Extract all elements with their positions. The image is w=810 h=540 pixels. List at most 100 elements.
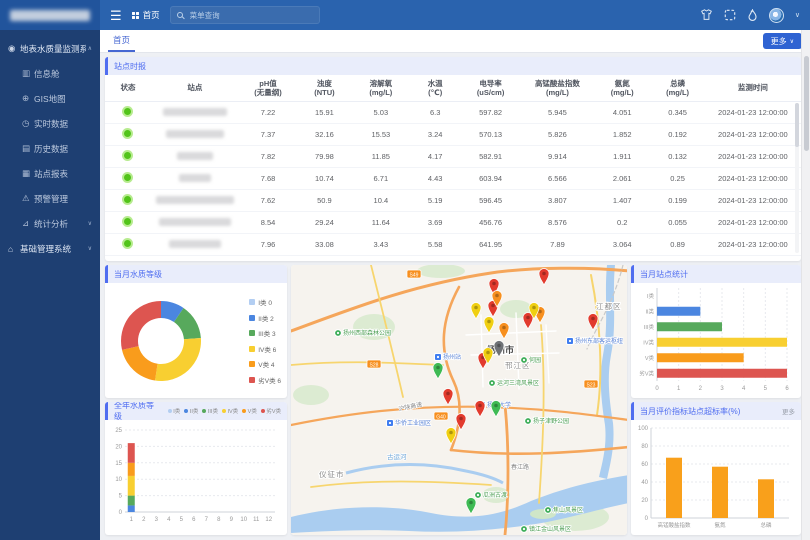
- scrollbar-thumb[interactable]: [804, 56, 809, 151]
- month-station-stats-title: 当月站点统计: [640, 269, 688, 280]
- legend-item[interactable]: II类 2: [249, 313, 281, 323]
- legend-item[interactable]: IV类 6: [249, 344, 281, 354]
- stacked-bar-V类: [128, 463, 135, 476]
- monitor-time: 2024-01-23 12:00:00: [705, 123, 801, 145]
- column-header: 监测时间: [705, 75, 801, 101]
- hbar-II类: [657, 307, 700, 316]
- stacked-bar-II类: [128, 505, 135, 512]
- table-cell: 4.17: [410, 145, 460, 167]
- table-cell: 10.74: [297, 167, 351, 189]
- legend-item[interactable]: 劣V类 6: [249, 375, 281, 385]
- legend-item[interactable]: II类: [184, 407, 198, 415]
- exceed-rate-panel: 当月评价指标站点超标率(%) 更多 020406080100高锰酸盐指数氨氮总磷: [631, 402, 801, 535]
- column-header: 站点: [151, 75, 239, 101]
- table-cell: 3.24: [410, 123, 460, 145]
- table-scrollbar[interactable]: [795, 103, 799, 253]
- svg-text:15: 15: [115, 461, 122, 467]
- user-chevron-down-icon[interactable]: ∨: [795, 11, 800, 19]
- search-input[interactable]: [188, 10, 313, 21]
- svg-text:0: 0: [655, 386, 659, 392]
- svg-text:IV类: IV类: [643, 338, 654, 346]
- status-dot-normal: [124, 152, 131, 159]
- map-label: 瓜洲古渡: [483, 491, 507, 499]
- sidebar-item-0[interactable]: ▥信息舱: [0, 61, 100, 86]
- table-cell: 15.91: [297, 101, 351, 123]
- table-row[interactable]: 7.8279.9811.854.17582.919.9141.9110.1322…: [105, 145, 801, 167]
- gis-map-panel[interactable]: S49S28G40S23 扬州市邗江区江都区仪征市古运河春江路沪陕高速扬州西部森…: [291, 265, 627, 535]
- theme-skin-icon[interactable]: [700, 9, 713, 21]
- avatar[interactable]: [769, 8, 784, 23]
- table-cell: 7.96: [239, 233, 298, 255]
- table-cell: 3.064: [594, 233, 650, 255]
- month-station-stats-chart: 0123456I类II类III类IV类V类劣V类: [631, 283, 795, 395]
- donut-legend: I类 0 II类 2 III类 3 IV类 6 V类 4 劣V类 6: [249, 297, 281, 385]
- map-label: 镇江金山风景区: [529, 525, 571, 533]
- table-row[interactable]: 7.2215.915.036.3597.825.9454.0510.345202…: [105, 101, 801, 123]
- menu-search[interactable]: [170, 6, 320, 24]
- svg-text:11: 11: [253, 517, 260, 523]
- table-row[interactable]: 8.5429.2411.643.69456.768.5760.20.055202…: [105, 211, 801, 233]
- page-scrollbar[interactable]: [801, 30, 810, 540]
- sidebar-item-5[interactable]: ⚠预警管理: [0, 186, 100, 211]
- column-header: 溶解氧(mg/L): [352, 75, 411, 101]
- legend-item[interactable]: V类: [242, 407, 257, 415]
- legend-item[interactable]: I类 0: [249, 297, 281, 307]
- legend-item[interactable]: I类: [168, 407, 181, 415]
- legend-item[interactable]: V类 4: [249, 359, 281, 369]
- station-report-title: 站点时报: [114, 61, 146, 72]
- breadcrumb-home[interactable]: 首页: [132, 9, 160, 21]
- svg-text:3: 3: [155, 517, 159, 523]
- monitor-time: 2024-01-23 12:00:00: [705, 211, 801, 233]
- table-cell: 6.71: [352, 167, 411, 189]
- svg-text:1: 1: [677, 386, 681, 392]
- sidebar-item-4[interactable]: ▦站点报表: [0, 161, 100, 186]
- legend-item[interactable]: III类 3: [249, 328, 281, 338]
- svg-text:4: 4: [167, 517, 171, 523]
- flame-icon[interactable]: [747, 9, 758, 22]
- vbar-高锰酸盐指数: [666, 458, 682, 518]
- history-icon: ▤: [22, 143, 34, 154]
- chevron-down-icon: ∨: [86, 245, 92, 252]
- map-label: 扬子津野公园: [533, 417, 569, 425]
- table-cell: 4.43: [410, 167, 460, 189]
- sidebar-item-2[interactable]: ◷实时数据: [0, 111, 100, 136]
- more-button[interactable]: 更多∨: [763, 33, 802, 49]
- table-row[interactable]: 7.6810.746.714.43603.946.5662.0610.25202…: [105, 167, 801, 189]
- legend-item[interactable]: III类: [202, 407, 218, 415]
- station-name-redacted: [169, 240, 221, 248]
- table-cell: 1.852: [594, 123, 650, 145]
- table-cell: 456.76: [460, 211, 521, 233]
- sidebar-group2-label: 基础管理系统: [20, 243, 86, 255]
- sidebar-item-6[interactable]: ⊿统计分析∨: [0, 211, 100, 236]
- tab-home[interactable]: 首页: [108, 30, 135, 52]
- hamburger-menu-icon[interactable]: ☰: [110, 9, 122, 22]
- table-cell: 3.69: [410, 211, 460, 233]
- map-label: 扬州西部森林公园: [343, 329, 391, 337]
- sidebar-group-base-system[interactable]: ⌂ 基础管理系统 ∨: [0, 236, 100, 261]
- donut-slice-V类: [122, 346, 158, 380]
- table-cell: 9.914: [521, 145, 594, 167]
- donut-slice-IV类: [155, 338, 201, 381]
- sidebar-item-label: 实时数据: [34, 118, 92, 130]
- table-row[interactable]: 7.6250.910.45.19596.453.8071.4070.199202…: [105, 189, 801, 211]
- sidebar-item-1[interactable]: ⊕GIS地图: [0, 86, 100, 111]
- svg-text:0: 0: [119, 510, 123, 516]
- sidebar-item-label: 信息舱: [34, 68, 92, 80]
- table-row[interactable]: 7.9633.083.435.58641.957.893.0640.892024…: [105, 233, 801, 255]
- exceed-rate-more-link[interactable]: 更多: [782, 406, 795, 416]
- table-row[interactable]: 7.3732.1615.533.24570.135.8261.8520.1922…: [105, 123, 801, 145]
- legend-item[interactable]: IV类: [222, 407, 238, 415]
- gis-map[interactable]: S49S28G40S23 扬州市邗江区江都区仪征市古运河春江路沪陕高速扬州西部森…: [291, 265, 627, 535]
- svg-text:G40: G40: [436, 415, 446, 421]
- sidebar-item-3[interactable]: ▤历史数据: [0, 136, 100, 161]
- map-label: 春江路: [511, 463, 529, 471]
- svg-text:0: 0: [645, 516, 649, 522]
- fullscreen-icon[interactable]: [724, 9, 736, 21]
- dashboard-icon: ▥: [22, 68, 34, 79]
- svg-text:III类: III类: [644, 323, 655, 331]
- svg-text:20: 20: [115, 444, 122, 450]
- sidebar-group-water-system[interactable]: ◉ 地表水质量监测系统 ∧: [0, 36, 100, 61]
- column-header: 高锰酸盐指数(mg/L): [521, 75, 594, 101]
- station-name-redacted: [159, 218, 231, 226]
- legend-item[interactable]: 劣V类: [261, 407, 281, 415]
